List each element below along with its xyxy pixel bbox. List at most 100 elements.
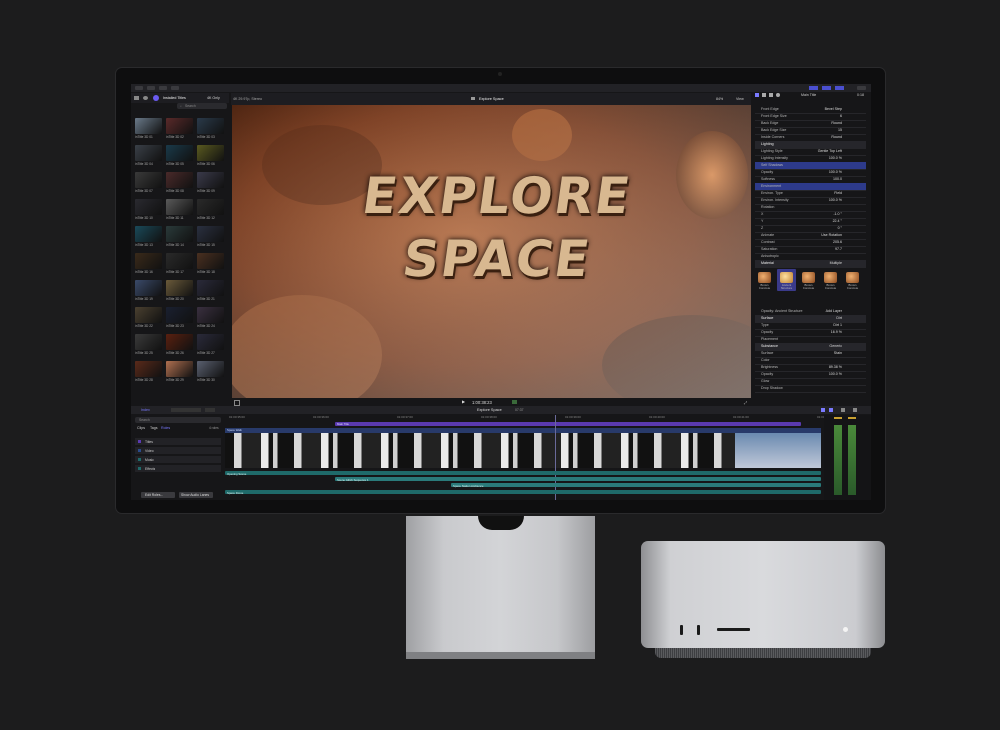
title-thumbnail[interactable]: inTitle 3D 16 bbox=[135, 253, 165, 274]
library-icon[interactable] bbox=[134, 96, 139, 100]
effects-browser-icon[interactable] bbox=[853, 408, 857, 412]
title-thumbnail[interactable]: inTitle 3D 19 bbox=[135, 280, 165, 301]
inspector-row-value[interactable]: 205.6 bbox=[833, 240, 842, 244]
title-thumbnail[interactable]: inTitle 3D 24 bbox=[197, 307, 227, 328]
title-thumbnail[interactable]: inTitle 3D 26 bbox=[166, 334, 196, 355]
role-row[interactable]: Video bbox=[135, 447, 221, 454]
inspector-row-value[interactable]: Gentle Top Left bbox=[818, 149, 842, 153]
edit-buttons[interactable] bbox=[171, 408, 201, 412]
layout-browser-button[interactable] bbox=[809, 86, 818, 90]
import-button[interactable] bbox=[135, 86, 143, 90]
title-thumbnail[interactable]: inTitle 3D 15 bbox=[197, 226, 227, 247]
inspector-row-value[interactable]: Use Rotation bbox=[821, 233, 842, 237]
inspector-row-value[interactable]: Round bbox=[831, 121, 842, 125]
audio-clip[interactable]: Space Station Ambience bbox=[451, 483, 821, 488]
viewer[interactable]: EXPLORE SPACE bbox=[232, 105, 751, 398]
browser-search-input[interactable]: ⌕ Search bbox=[177, 103, 227, 109]
inspector-row-value[interactable]: 16.9 % bbox=[831, 330, 842, 334]
title-thumbnail[interactable]: inTitle 3D 07 bbox=[135, 172, 165, 193]
inspector-row-value[interactable]: 100.0 % bbox=[829, 198, 842, 202]
timeline-search-input[interactable]: Search bbox=[135, 417, 221, 423]
material-swatch[interactable]: Brown Concrete bbox=[799, 269, 818, 291]
title-thumbnail[interactable]: inTitle 3D 05 bbox=[166, 145, 196, 166]
inspector-row-value[interactable]: 100.0 bbox=[833, 177, 842, 181]
library-title[interactable]: Installed Titles bbox=[163, 96, 186, 100]
material-header[interactable]: Material Multiple bbox=[755, 260, 866, 268]
inspector-row-value[interactable]: Bevel Step bbox=[825, 107, 842, 111]
inspector-row-value[interactable]: Generic bbox=[829, 344, 842, 348]
title-thumbnail[interactable]: inTitle 3D 04 bbox=[135, 145, 165, 166]
role-checkbox[interactable] bbox=[138, 449, 141, 452]
title-thumbnail[interactable]: inTitle 3D 06 bbox=[197, 145, 227, 166]
inspector-row-value[interactable]: Add Layer bbox=[826, 309, 842, 313]
title-thumbnail[interactable]: inTitle 3D 14 bbox=[166, 226, 196, 247]
audio-clip[interactable]: Opening Scene bbox=[225, 471, 821, 476]
inspector-row-value[interactable]: Dirt 1 bbox=[833, 323, 842, 327]
title-thumbnail[interactable]: inTitle 3D 02 bbox=[166, 118, 196, 139]
title-thumbnail[interactable]: inTitle 3D 13 bbox=[135, 226, 165, 247]
share-icon[interactable] bbox=[857, 86, 866, 90]
title-thumbnail[interactable]: inTitle 3D 28 bbox=[135, 361, 165, 382]
title-thumbnail[interactable]: inTitle 3D 21 bbox=[197, 280, 227, 301]
role-row[interactable]: Music bbox=[135, 456, 221, 463]
inspector-row-value[interactable]: 97.7 bbox=[835, 247, 842, 251]
timeline-index-button[interactable]: Index bbox=[141, 408, 150, 412]
title-thumbnail[interactable]: inTitle 3D 18 bbox=[197, 253, 227, 274]
title-thumbnail[interactable]: inTitle 3D 10 bbox=[135, 199, 165, 220]
timeline-ruler[interactable]: 01:00:35:00 01:00:36:00 01:00:37:00 01:00:3… bbox=[225, 415, 833, 421]
inspector-row[interactable]: Drop Shadow bbox=[755, 385, 866, 393]
fullscreen-icon[interactable]: ⤢ bbox=[744, 400, 747, 405]
titles-icon[interactable] bbox=[153, 95, 159, 101]
material-swatch[interactable]: Brown Concrete bbox=[755, 269, 774, 291]
title-thumbnail[interactable]: inTitle 3D 20 bbox=[166, 280, 196, 301]
background-tasks-button[interactable] bbox=[159, 86, 167, 90]
inspector-row-value[interactable]: Stain bbox=[834, 351, 842, 355]
inspector-row-value[interactable]: 22.4 ° bbox=[833, 219, 842, 223]
check-icon[interactable] bbox=[171, 86, 179, 90]
title-thumbnail[interactable]: inTitle 3D 01 bbox=[135, 118, 165, 139]
inspector-row-value[interactable]: Round bbox=[831, 135, 842, 139]
inspector-row-value[interactable]: Dirt bbox=[836, 316, 842, 320]
title-thumbnail[interactable]: inTitle 3D 09 bbox=[197, 172, 227, 193]
play-icon[interactable]: ▶ bbox=[462, 399, 465, 404]
layout-inspector-button[interactable] bbox=[835, 86, 844, 90]
clip-appearance-icon[interactable] bbox=[841, 408, 845, 412]
text-inspector-icon[interactable] bbox=[762, 93, 766, 97]
view-menu[interactable]: View bbox=[736, 97, 744, 101]
select-tool-icon[interactable] bbox=[205, 408, 215, 412]
title-thumbnail[interactable]: inTitle 3D 12 bbox=[197, 199, 227, 220]
material-swatch[interactable]: Brown Concrete bbox=[843, 269, 862, 291]
material-swatch[interactable]: Brown Concrete bbox=[821, 269, 840, 291]
title-thumbnail[interactable]: inTitle 3D 23 bbox=[166, 307, 196, 328]
inspector-row-value[interactable]: 6 bbox=[840, 114, 842, 118]
inspector-row-value[interactable]: -1.0 ° bbox=[833, 212, 842, 216]
title-clip[interactable]: Main Title bbox=[335, 422, 801, 426]
inspector-row-value[interactable]: Field bbox=[834, 191, 842, 195]
keyword-button[interactable] bbox=[147, 86, 155, 90]
inspector-row-value[interactable]: 100.0 % bbox=[829, 170, 842, 174]
library-filter[interactable]: 4K Only bbox=[207, 96, 220, 100]
role-checkbox[interactable] bbox=[138, 458, 141, 461]
audio-clip[interactable]: Space Drone bbox=[225, 490, 821, 495]
snapping-icon[interactable] bbox=[821, 408, 825, 412]
title-thumbnail[interactable]: inTitle 3D 30 bbox=[197, 361, 227, 382]
inspector-row-value[interactable]: 0 ° bbox=[838, 226, 842, 230]
role-checkbox[interactable] bbox=[138, 440, 141, 443]
title-thumbnail[interactable]: inTitle 3D 17 bbox=[166, 253, 196, 274]
photos-icon[interactable] bbox=[143, 96, 148, 100]
material-value[interactable]: Multiple bbox=[830, 261, 842, 265]
audio-skimming-icon[interactable] bbox=[829, 408, 833, 412]
layout-timeline-button[interactable] bbox=[822, 86, 831, 90]
title-thumbnail[interactable]: inTitle 3D 11 bbox=[166, 199, 196, 220]
title-thumbnail[interactable]: inTitle 3D 25 bbox=[135, 334, 165, 355]
info-icon[interactable] bbox=[776, 93, 780, 97]
video-filmstrip[interactable] bbox=[225, 433, 821, 468]
title-thumbnail[interactable]: inTitle 3D 29 bbox=[166, 361, 196, 382]
audio-clip[interactable]: Scene Glitch Sequence 1 bbox=[335, 477, 821, 482]
material-swatch[interactable]: Ancient Structure bbox=[777, 269, 796, 291]
inspector-row-value[interactable]: 89.38 % bbox=[829, 365, 842, 369]
role-row[interactable]: Titles bbox=[135, 438, 221, 445]
tab-tags[interactable]: Tags bbox=[150, 426, 158, 430]
title-thumbnail[interactable]: inTitle 3D 27 bbox=[197, 334, 227, 355]
inspector-row-value[interactable]: 100.0 % bbox=[829, 156, 842, 160]
